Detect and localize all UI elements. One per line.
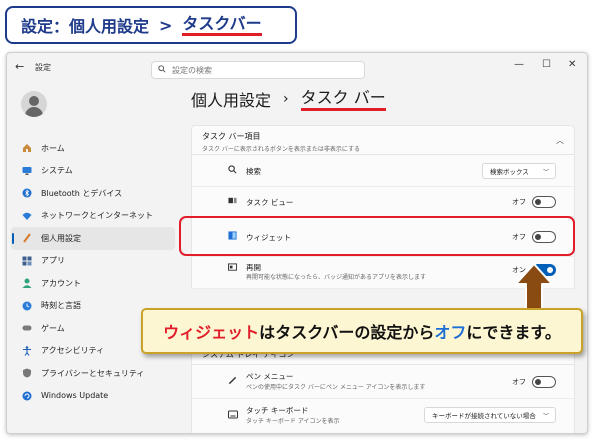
toggle-state: オフ xyxy=(512,198,526,206)
dropdown-value: 検索ボックス xyxy=(490,168,529,176)
update-icon xyxy=(21,390,32,401)
taskview-icon xyxy=(228,196,237,208)
apps-icon xyxy=(21,255,32,266)
breadcrumb-parent[interactable]: 個人用設定 xyxy=(191,87,271,111)
sidebar-item-label: ゲーム xyxy=(41,323,65,333)
banner-separator: > xyxy=(159,15,173,35)
avatar[interactable] xyxy=(21,91,47,117)
setting-row-touch-keyboard: タッチ キーボード タッチ キーボード アイコンを表示 キーボードが接続されてい… xyxy=(191,399,575,433)
sidebar-item-label: ネットワークとインターネット xyxy=(41,211,153,221)
setting-row-search: 検索 検索ボックス ﹀ xyxy=(191,155,575,187)
pen-icon xyxy=(228,376,237,388)
search-icon xyxy=(158,65,166,75)
sidebar-item-label: 個人用設定 xyxy=(41,233,81,243)
chevron-down-icon: ﹀ xyxy=(542,169,549,176)
setting-row-taskview: タスク ビュー オフ xyxy=(191,187,575,217)
taskbar-items-section[interactable]: タスク バー項目 タスク バーに表示されるボタンを表示または非表示にする ︿ xyxy=(191,125,575,155)
sidebar-item-label: 時刻と言語 xyxy=(41,301,81,311)
breadcrumb-current: タスク バー xyxy=(300,88,386,111)
sidebar-item-windows-update[interactable]: Windows Update xyxy=(11,385,175,408)
sidebar-item-accounts[interactable]: アカウント xyxy=(11,272,175,295)
search-input[interactable] xyxy=(172,65,352,75)
resume-icon xyxy=(228,263,237,275)
callout-text: にできます。 xyxy=(466,323,561,342)
search-box[interactable] xyxy=(151,61,365,79)
dropdown-value: キーボードが接続されていない場合 xyxy=(432,412,536,420)
maximize-button[interactable]: ☐ xyxy=(542,59,551,70)
sidebar-item-label: アクセシビリティ xyxy=(41,346,105,356)
taskview-toggle[interactable] xyxy=(532,196,556,208)
brush-icon xyxy=(21,233,32,244)
close-button[interactable]: ✕ xyxy=(568,59,576,70)
callout-text: タスクバーの設定 xyxy=(275,323,403,342)
sidebar-item-label: Windows Update xyxy=(41,391,109,401)
chevron-down-icon: ﹀ xyxy=(542,413,549,420)
callout-off: オフ xyxy=(434,323,467,342)
sidebar-item-label: システム xyxy=(41,166,73,176)
title-bar: ← 設定 — ☐ ✕ xyxy=(7,53,587,81)
sidebar-item-system[interactable]: システム xyxy=(11,160,175,183)
search-mode-dropdown[interactable]: 検索ボックス ﹀ xyxy=(482,163,556,179)
person-icon xyxy=(21,278,32,289)
breadcrumb-banner: 設定：個人用設定 > タスクバー xyxy=(5,6,297,44)
page-title: 個人用設定 › タスク バー xyxy=(191,87,386,111)
bluetooth-icon xyxy=(21,188,32,199)
callout-text: は xyxy=(259,323,276,342)
globe-icon xyxy=(21,300,32,311)
back-arrow-icon[interactable]: ← xyxy=(15,60,24,73)
sidebar-item-apps[interactable]: アプリ xyxy=(11,250,175,273)
banner-part1: 設定：個人用設定 xyxy=(21,17,150,36)
minimize-button[interactable]: — xyxy=(514,59,524,70)
touch-keyboard-dropdown[interactable]: キーボードが接続されていない場合 ﹀ xyxy=(424,407,556,423)
widget-highlight-frame xyxy=(179,216,575,256)
setting-label: 検索 xyxy=(246,167,261,176)
section-title: タスク バー項目 xyxy=(202,132,261,141)
accessibility-icon xyxy=(21,345,32,356)
monitor-icon xyxy=(21,165,32,176)
setting-label: タッチ キーボード xyxy=(246,406,309,415)
sidebar-item-label: プライバシーとセキュリティ xyxy=(41,368,145,378)
search-icon xyxy=(228,165,237,177)
callout-text: から xyxy=(402,323,435,342)
sidebar-item-label: Bluetooth とデバイス xyxy=(41,188,123,198)
toggle-state: オフ xyxy=(512,378,526,386)
setting-label: ペン メニュー xyxy=(246,372,294,381)
setting-description: ペンの使用中にタスク バーにペン メニュー アイコンを表示します xyxy=(246,384,426,391)
sidebar-item-label: ホーム xyxy=(41,143,65,153)
sidebar-item-personalization[interactable]: 個人用設定 xyxy=(11,227,175,250)
keyboard-icon xyxy=(228,410,238,422)
shield-icon xyxy=(21,368,32,379)
setting-description: タッチ キーボード アイコンを表示 xyxy=(246,418,340,425)
sidebar-item-privacy[interactable]: プライバシーとセキュリティ xyxy=(11,362,175,385)
pen-toggle[interactable] xyxy=(532,376,556,388)
setting-label: タスク ビュー xyxy=(246,198,294,207)
instruction-callout: ウィジェット は タスクバーの設定 から オフ にできます。 xyxy=(141,308,583,354)
setting-description: 再開可能な状態になったら、バッジ通知があるアプリを表示します xyxy=(246,274,427,281)
home-icon xyxy=(21,143,32,154)
window-title: 設定 xyxy=(35,63,51,72)
breadcrumb-chevron: › xyxy=(283,91,289,107)
chevron-up-icon[interactable]: ︿ xyxy=(556,135,564,146)
sidebar-item-label: アカウント xyxy=(41,278,81,288)
gamepad-icon xyxy=(21,323,32,334)
arrow-up-icon xyxy=(515,263,553,311)
sidebar: ホーム システム Bluetooth とデバイス ネットワークとインターネット … xyxy=(11,137,175,407)
sidebar-item-network[interactable]: ネットワークとインターネット xyxy=(11,205,175,228)
callout-widget: ウィジェット xyxy=(163,323,260,342)
sidebar-item-bluetooth[interactable]: Bluetooth とデバイス xyxy=(11,182,175,205)
setting-row-pen: ペン メニュー ペンの使用中にタスク バーにペン メニュー アイコンを表示します… xyxy=(191,365,575,399)
section-description: タスク バーに表示されるボタンを表示または非表示にする xyxy=(202,146,360,153)
sidebar-item-home[interactable]: ホーム xyxy=(11,137,175,160)
banner-part2: タスクバー xyxy=(182,14,262,36)
sidebar-item-label: アプリ xyxy=(41,256,65,266)
wifi-icon xyxy=(21,210,32,221)
